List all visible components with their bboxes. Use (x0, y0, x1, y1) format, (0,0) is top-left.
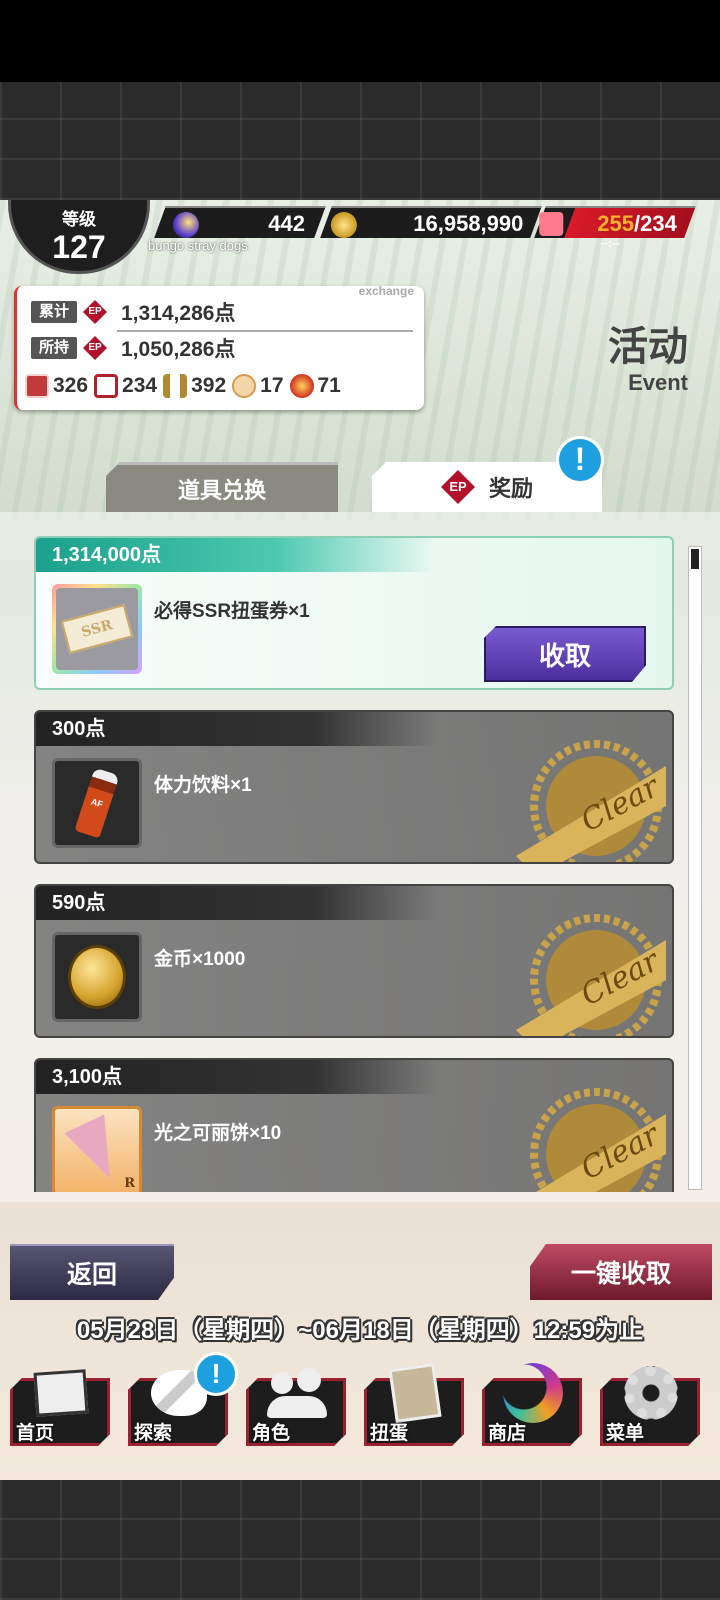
event-period: 05月28日（星期四）~06月18日（星期四）12:59为止 (76, 1317, 644, 1344)
resource-bar: 442 16,958,990 255/234 (130, 206, 710, 240)
rarity-label: R (124, 1176, 135, 1191)
crystal-counter[interactable]: 442 (154, 206, 326, 238)
reward-name: 金币×1000 (154, 949, 246, 970)
charm-item-icon (232, 374, 257, 398)
bottom-letterbox (0, 1480, 720, 1600)
held-points-row: 所持 EP 1,050,286点 (31, 332, 235, 364)
ep-icon: EP (83, 300, 107, 324)
reward-name: 体力饮料×1 (154, 775, 252, 796)
held-label: 所持 (31, 337, 77, 359)
nav-label: 扭蛋 (370, 1423, 409, 1444)
ticket-item-icon (25, 374, 49, 398)
top-letterbox (0, 82, 720, 200)
total-points-value: 1,314,286点 (121, 302, 236, 325)
stamina-counter[interactable]: 255/234 (534, 206, 696, 238)
reward-name: 光之可丽饼×10 (154, 1123, 282, 1144)
ticket-text: SSR (60, 604, 134, 654)
card-item-icon (94, 374, 119, 398)
reward-points: 1,314,000点 (36, 538, 436, 572)
clear-stamp-icon: Clear (530, 1088, 666, 1192)
nav-item-menu[interactable]: 菜单 (596, 1352, 700, 1452)
total-points-row: 累计 EP 1,314,286点 (31, 296, 235, 328)
game-subtitle: bungo stray dogs (148, 238, 248, 253)
event-screen: 等级 127 442 16,958,990 255/234 bungo stra… (0, 200, 720, 1480)
gold-coin-icon (55, 935, 139, 1019)
ep-icon: EP (83, 336, 107, 360)
nav-label: 角色 (252, 1423, 291, 1444)
event-title: 活动 (608, 324, 688, 370)
event-subtitle: Event (628, 370, 688, 395)
crystal-value: 442 (268, 211, 306, 236)
reward-item-frame: R (52, 1106, 142, 1192)
inventory-row: 326 234 392 17 71 (25, 374, 341, 398)
reward-card: 3,100点 R 光之可丽饼×10 Clear (34, 1058, 674, 1192)
total-label: 累计 (31, 301, 77, 323)
nav-item-characters[interactable]: 角色 (242, 1352, 346, 1452)
claim-all-button[interactable]: 一键收取 (530, 1244, 712, 1300)
alert-badge-icon: ! (556, 436, 604, 484)
nav-item-shop[interactable]: 商店 (478, 1352, 582, 1452)
reward-name: 必得SSR扭蛋券×1 (154, 601, 310, 622)
tab-label: 道具兑换 (177, 477, 266, 503)
list-scrollbar[interactable] (688, 546, 702, 1190)
nav-item-gacha[interactable]: 扭蛋 (360, 1352, 464, 1452)
inventory-item: 392 (163, 374, 226, 398)
alert-badge-icon: ! (194, 1352, 238, 1396)
points-panel: exchange 累计 EP 1,314,286点 所持 EP 1,050,28… (14, 284, 424, 410)
inventory-item: 17 (232, 374, 284, 398)
tab-label: 奖励 (488, 476, 533, 501)
clear-stamp-icon: Clear (516, 740, 666, 862)
reward-list[interactable]: 1,314,000点 SSR 必得SSR扭蛋券×1 收取 300点 AF 体力饮… (34, 536, 674, 1192)
nav-label: 首页 (16, 1423, 55, 1444)
drink-label: AF (74, 767, 120, 839)
nav-label: 菜单 (606, 1423, 645, 1444)
reward-item-frame: SSR (52, 584, 142, 674)
reward-points: 300点 (36, 712, 436, 746)
reward-card: 1,314,000点 SSR 必得SSR扭蛋券×1 收取 (34, 536, 674, 690)
coin-counter[interactable]: 16,958,990 (320, 206, 542, 238)
reward-card: 300点 AF 体力饮料×1 Clear (34, 710, 674, 864)
reward-card: 590点 金币×1000 Clear (34, 884, 674, 1038)
back-button[interactable]: 返回 (10, 1244, 174, 1300)
heart-icon (539, 212, 564, 236)
reward-list-area: 1,314,000点 SSR 必得SSR扭蛋券×1 收取 300点 AF 体力饮… (0, 512, 720, 1202)
reward-points: 3,100点 (36, 1060, 436, 1094)
scroll-item-icon (163, 374, 188, 398)
held-points-value: 1,050,286点 (121, 338, 236, 361)
level-value: 127 (52, 229, 106, 265)
level-badge: 等级 127 (8, 200, 150, 274)
reward-item-frame: AF (52, 758, 142, 848)
nav-item-home[interactable]: 首页 (6, 1352, 110, 1452)
inventory-item: 326 (25, 374, 88, 398)
coin-value: 16,958,990 (413, 211, 524, 236)
clear-stamp-icon: Clear (516, 914, 666, 1036)
reward-item-frame (52, 932, 142, 1022)
level-label: 等级 (62, 210, 96, 229)
inventory-item: 71 (289, 374, 341, 398)
inventory-item: 234 (94, 374, 157, 398)
crystal-icon (172, 212, 199, 238)
stamina-drink-icon: AF (55, 761, 139, 845)
seal-item-icon (289, 374, 314, 398)
ep-icon: EP (440, 470, 475, 504)
crepe-icon: R (55, 1109, 139, 1192)
coin-icon (330, 212, 357, 238)
nav-label: 探索 (134, 1423, 173, 1444)
bottom-nav: 首页 探索 ! 角色 扭蛋 商店 菜单 (0, 1352, 720, 1452)
scroll-thumb[interactable] (691, 549, 699, 569)
tab-item-exchange[interactable]: 道具兑换 (106, 462, 338, 512)
ssr-ticket-icon: SSR (56, 588, 138, 670)
stamina-timer: --:-- (600, 236, 620, 250)
nav-label: 商店 (488, 1423, 527, 1444)
claim-button[interactable]: 收取 (484, 626, 646, 682)
reward-points: 590点 (36, 886, 436, 920)
exchange-label: exchange (358, 284, 414, 298)
